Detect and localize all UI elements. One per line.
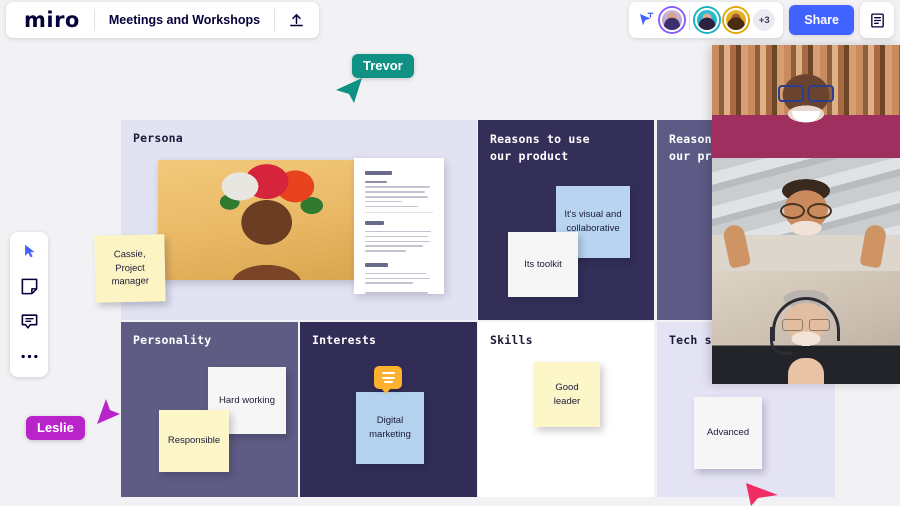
extra-participants-count[interactable]: +3 — [753, 9, 776, 31]
doc-line — [365, 282, 413, 285]
doc-line — [365, 272, 427, 275]
miro-logo[interactable]: miro — [8, 9, 94, 31]
comment-tool[interactable] — [16, 309, 42, 333]
doc-divider — [365, 212, 433, 214]
board-title[interactable]: Meetings and Workshops — [95, 13, 274, 27]
video-call-panel — [712, 45, 900, 384]
participant-avatar-3[interactable] — [724, 8, 749, 32]
clasped-hands — [788, 358, 824, 384]
doc-line — [365, 186, 431, 188]
doc-line — [365, 235, 428, 238]
cursor-share-icon[interactable] — [637, 11, 655, 29]
left-tool-palette — [10, 232, 48, 377]
notes-panel-icon[interactable] — [860, 2, 894, 38]
more-tools-ellipsis-icon[interactable] — [16, 344, 42, 368]
avatar-separator — [689, 10, 691, 30]
comment-line — [383, 381, 393, 383]
comment-badge-icon[interactable] — [374, 366, 402, 394]
frame-title-interests: Interests — [312, 333, 377, 347]
doc-line — [365, 200, 403, 203]
top-left-toolbar: miro Meetings and Workshops — [6, 2, 320, 38]
headset-microphone — [770, 327, 792, 355]
doc-line — [365, 250, 406, 252]
comment-line — [381, 376, 395, 379]
frame-title-reasons-1: Reasons to use our product — [490, 132, 590, 164]
doc-line — [365, 205, 419, 208]
frame-title-personality: Personality — [133, 333, 212, 347]
video-tile-participant-3[interactable] — [712, 271, 900, 384]
cursor-pointer-down-left-icon — [336, 78, 362, 103]
persona-text-document[interactable] — [354, 158, 444, 294]
doc-line — [365, 180, 387, 183]
doc-line — [365, 240, 430, 243]
doc-line — [365, 195, 429, 198]
participant-avatar-1[interactable] — [660, 8, 685, 32]
video-feed — [712, 45, 900, 158]
participant-avatar-2[interactable] — [695, 8, 720, 32]
top-right-toolbar: +3 Share — [629, 2, 894, 38]
select-cursor-tool[interactable] — [16, 239, 42, 263]
persona-photo-card[interactable] — [158, 160, 363, 280]
doc-line — [365, 292, 429, 294]
doc-heading — [365, 221, 385, 225]
video-tile-participant-2[interactable] — [712, 158, 900, 271]
sticky-good-leader[interactable]: Good leader — [534, 362, 600, 427]
collaborator-label-leslie: Leslie — [26, 416, 85, 440]
comment-line — [381, 372, 395, 374]
sticky-note-tool[interactable] — [16, 274, 42, 298]
cursor-pointer-up-right-icon — [97, 399, 120, 424]
frame-title-skills: Skills — [490, 333, 533, 347]
doc-spacer — [365, 255, 433, 263]
frame-title-persona: Persona — [133, 131, 183, 145]
frame-persona[interactable]: Persona — [121, 120, 477, 320]
cursor-pointer-right-icon — [746, 483, 778, 506]
sticky-responsible[interactable]: Responsible — [159, 410, 229, 472]
sticky-cassie-project-manager[interactable]: Cassie, Project manager — [94, 234, 166, 303]
doc-heading — [365, 171, 393, 175]
glasses — [782, 319, 830, 331]
miro-board-app: Persona Reasons to use our product Reaso… — [0, 0, 900, 506]
woman-with-flower-crown-photo — [158, 160, 363, 280]
glasses — [780, 203, 832, 219]
avatar-face — [697, 10, 718, 30]
video-tile-participant-1[interactable] — [712, 45, 900, 158]
doc-line — [365, 190, 425, 193]
sticky-its-toolkit[interactable]: Its toolkit — [508, 232, 578, 297]
doc-line — [365, 245, 424, 248]
doc-heading — [365, 263, 389, 267]
collaborator-label-trevor: Trevor — [352, 54, 414, 78]
doc-line — [365, 277, 431, 280]
sticky-digital-marketing[interactable]: Digital marketing — [356, 392, 424, 464]
glasses — [778, 85, 834, 102]
participants-group: +3 — [629, 2, 784, 38]
upload-icon[interactable] — [275, 3, 317, 37]
doc-line — [365, 230, 431, 233]
avatar-face — [726, 10, 747, 30]
sticky-advanced[interactable]: Advanced — [694, 397, 762, 469]
share-button[interactable]: Share — [789, 5, 854, 35]
avatar-face — [662, 10, 683, 30]
